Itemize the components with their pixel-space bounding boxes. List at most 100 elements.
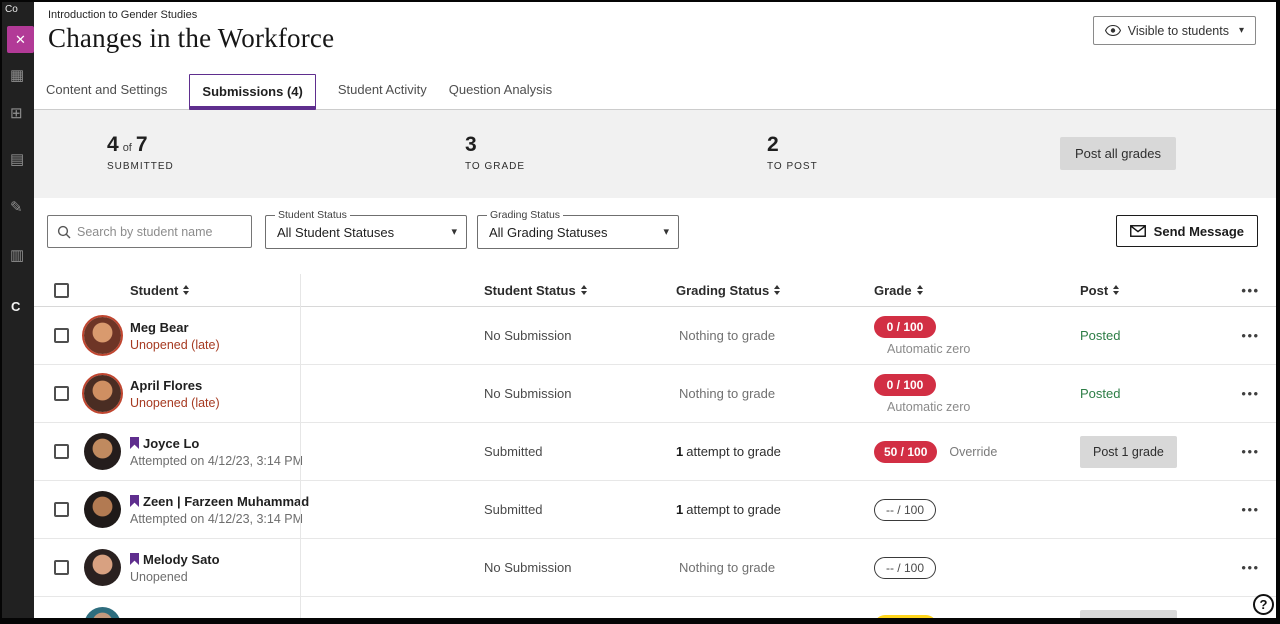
student-name[interactable]: April Flores bbox=[130, 378, 202, 393]
filter-bar: Student Status All Student Statuses ▾ Gr… bbox=[34, 198, 1276, 274]
grade-note-below: Automatic zero bbox=[887, 342, 1080, 356]
code-icon[interactable]: ⊞ bbox=[10, 106, 23, 121]
avatar bbox=[84, 607, 121, 618]
stat-number: 4 bbox=[107, 133, 119, 156]
search-icon bbox=[57, 225, 71, 239]
row-checkbox[interactable] bbox=[54, 444, 69, 459]
select-all-checkbox[interactable] bbox=[54, 283, 69, 298]
app-window: Co C ▦⊞▤✎▥ ✕ Introduction to Gender Stud… bbox=[0, 0, 1280, 624]
help-button[interactable]: ? bbox=[1253, 594, 1274, 615]
stat-number: 7 bbox=[136, 133, 148, 156]
row-menu-button[interactable]: ••• bbox=[1241, 444, 1259, 459]
sort-icon bbox=[917, 285, 923, 295]
search-input[interactable] bbox=[77, 225, 237, 239]
send-message-button[interactable]: Send Message bbox=[1116, 215, 1258, 247]
column-header-student-status[interactable]: Student Status bbox=[484, 283, 676, 298]
stats-bar: 4of7 SUBMITTED 3 TO GRADE 2 TO POST Post… bbox=[34, 110, 1276, 198]
document-icon[interactable]: ▤ bbox=[10, 152, 24, 167]
stat-label: TO POST bbox=[767, 161, 818, 172]
flag-icon bbox=[130, 553, 139, 565]
close-panel-button[interactable]: ✕ bbox=[7, 26, 34, 53]
sidebar-cropped-text: Co bbox=[5, 4, 18, 15]
send-message-label: Send Message bbox=[1154, 224, 1244, 239]
grading-text: Nothing to grade bbox=[679, 560, 775, 575]
grade-pill[interactable]: 70 / 100 bbox=[874, 615, 937, 619]
grade-pill[interactable]: -- / 100 bbox=[874, 557, 936, 579]
tab-question-analysis[interactable]: Question Analysis bbox=[449, 70, 552, 109]
left-sidebar: Co C ▦⊞▤✎▥ bbox=[2, 2, 34, 618]
student-status: No Submission bbox=[484, 386, 676, 401]
row-checkbox[interactable] bbox=[54, 502, 69, 517]
grading-status-select[interactable]: Grading Status All Grading Statuses ▾ bbox=[477, 215, 679, 249]
grading-count: 1 bbox=[676, 502, 683, 517]
post-grade-button[interactable]: Post 1 grade bbox=[1080, 436, 1177, 468]
row-checkbox[interactable] bbox=[54, 386, 69, 401]
row-menu-button[interactable]: ••• bbox=[1241, 560, 1259, 575]
select-label: Student Status bbox=[275, 209, 350, 221]
table-row: Zeen | Farzeen Muhammad Attempted on 4/1… bbox=[34, 481, 1276, 539]
row-checkbox[interactable] bbox=[54, 560, 69, 575]
stat-number: 2 bbox=[767, 134, 818, 155]
chevron-down-icon: ▾ bbox=[663, 225, 669, 238]
grade-pill[interactable]: -- / 100 bbox=[874, 499, 936, 521]
student-name[interactable]: Zeen | Farzeen Muhammad bbox=[143, 494, 309, 509]
chevron-down-icon: ▾ bbox=[1239, 25, 1244, 36]
stat-number: 3 bbox=[465, 134, 525, 155]
select-value: All Student Statuses bbox=[277, 225, 394, 240]
tab-bar: Content and Settings Submissions (4) Stu… bbox=[34, 70, 1276, 110]
page-title: Changes in the Workforce bbox=[48, 23, 1276, 54]
table-menu-button[interactable]: ••• bbox=[1241, 283, 1259, 298]
sort-icon bbox=[1113, 285, 1119, 295]
student-name[interactable]: Meg Bear bbox=[130, 320, 189, 335]
grade-note-below: Automatic zero bbox=[887, 400, 1080, 414]
tab-student-activity[interactable]: Student Activity bbox=[338, 70, 427, 109]
column-header-grading-status[interactable]: Grading Status bbox=[676, 283, 874, 298]
stat-to-post: 2 TO POST bbox=[767, 134, 818, 172]
tab-submissions[interactable]: Submissions (4) bbox=[189, 74, 315, 110]
page-header: Introduction to Gender Studies Changes i… bbox=[34, 2, 1276, 70]
grade-pill[interactable]: 0 / 100 bbox=[874, 374, 936, 396]
student-name[interactable]: Joyce Lo bbox=[143, 436, 199, 451]
breadcrumb[interactable]: Introduction to Gender Studies bbox=[48, 9, 1276, 21]
grading-status: 1attempt to grade bbox=[676, 444, 874, 459]
student-status: Submitted bbox=[484, 444, 676, 459]
row-menu-button[interactable]: ••• bbox=[1241, 328, 1259, 343]
sort-icon bbox=[774, 285, 780, 295]
column-header-grade[interactable]: Grade bbox=[874, 283, 1080, 298]
column-label: Grading Status bbox=[676, 283, 769, 298]
column-header-post[interactable]: Post bbox=[1080, 283, 1225, 298]
row-checkbox[interactable] bbox=[54, 328, 69, 343]
stat-of: of bbox=[123, 142, 132, 154]
tab-content-and-settings[interactable]: Content and Settings bbox=[46, 70, 167, 109]
table-header: Student Student Status Grading Status Gr… bbox=[34, 274, 1276, 307]
avatar bbox=[84, 433, 121, 470]
student-name[interactable]: Melody Sato bbox=[143, 552, 220, 567]
grade-pill[interactable]: 0 / 100 bbox=[874, 316, 936, 338]
avatar bbox=[84, 549, 121, 586]
student-subtext: Attempted on 4/12/23, 3:14 PM bbox=[130, 512, 484, 526]
visibility-dropdown-button[interactable]: Visible to students ▾ bbox=[1093, 16, 1256, 45]
frozen-column-divider bbox=[300, 274, 301, 618]
stat-submitted: 4of7 SUBMITTED bbox=[107, 134, 174, 172]
envelope-icon bbox=[1130, 225, 1146, 237]
id-card-icon[interactable]: ▥ bbox=[10, 248, 24, 263]
stat-to-grade: 3 TO GRADE bbox=[465, 134, 525, 172]
stat-label: TO GRADE bbox=[465, 161, 525, 172]
calendar-icon[interactable]: ▦ bbox=[10, 68, 24, 83]
grading-text: attempt to grade bbox=[686, 502, 781, 517]
student-subtext: Unopened (late) bbox=[130, 396, 484, 410]
table-row: Arden Tuomala Submitted Nothing to grade… bbox=[34, 597, 1276, 618]
row-menu-button[interactable]: ••• bbox=[1241, 618, 1259, 619]
row-menu-button[interactable]: ••• bbox=[1241, 386, 1259, 401]
visibility-label: Visible to students bbox=[1128, 24, 1229, 38]
grade-pill[interactable]: 50 / 100 bbox=[874, 441, 937, 463]
pencil-icon[interactable]: ✎ bbox=[10, 200, 23, 215]
row-menu-button[interactable]: ••• bbox=[1241, 502, 1259, 517]
main-panel: Introduction to Gender Studies Changes i… bbox=[34, 2, 1276, 618]
post-grade-button[interactable]: Post 1 grade bbox=[1080, 610, 1177, 619]
student-status-select[interactable]: Student Status All Student Statuses ▾ bbox=[265, 215, 467, 249]
student-subtext: Attempted on 4/12/23, 3:14 PM bbox=[130, 454, 484, 468]
post-all-grades-button[interactable]: Post all grades bbox=[1060, 137, 1176, 170]
column-header-student[interactable]: Student bbox=[126, 283, 484, 298]
grading-text: Nothing to grade bbox=[679, 386, 775, 401]
